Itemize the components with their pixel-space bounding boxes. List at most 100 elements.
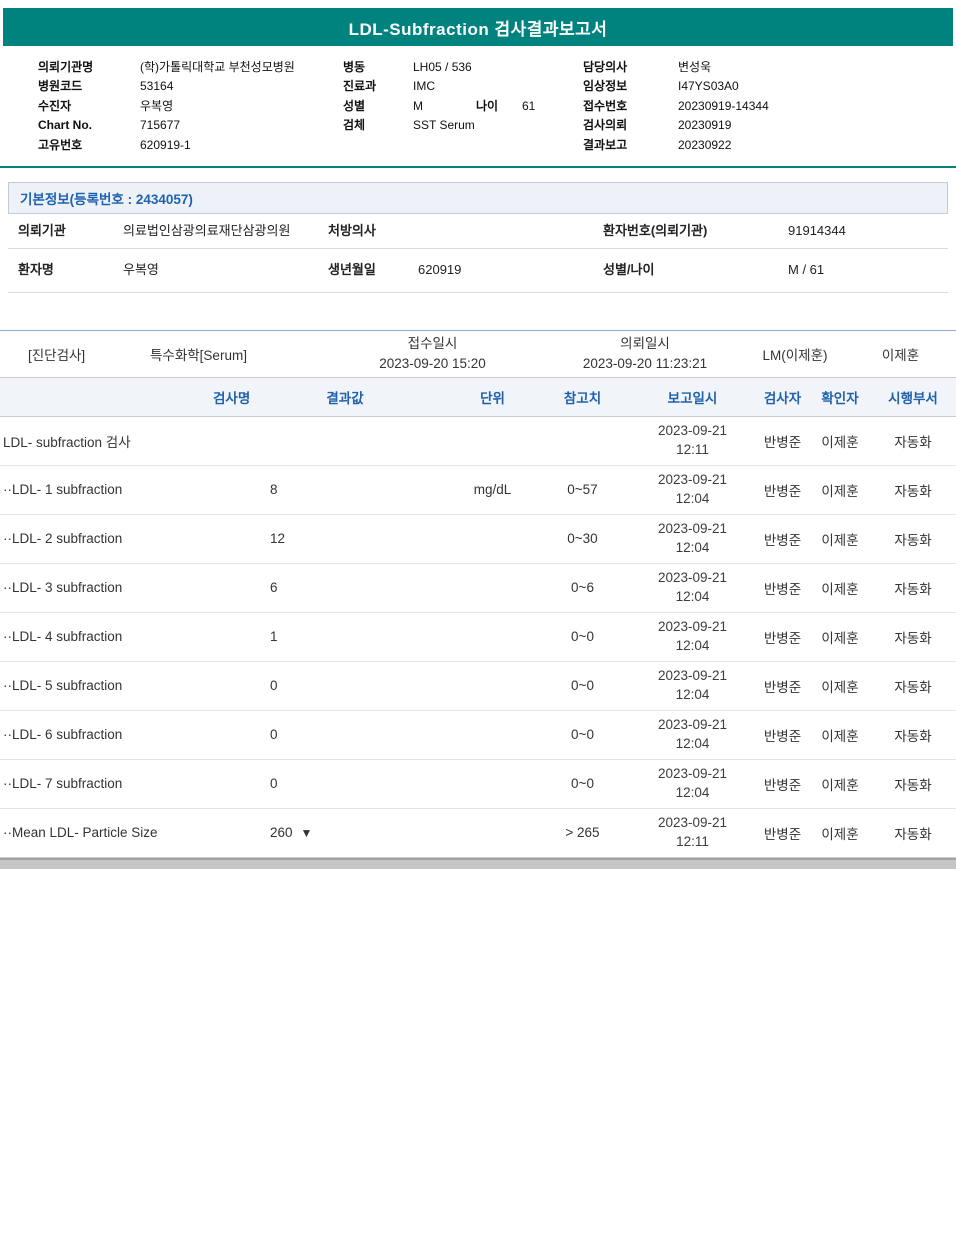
result-value xyxy=(240,416,450,465)
reference-range: > 265 xyxy=(535,808,630,857)
column-header-tester: 검사자 xyxy=(755,378,810,417)
report-time: 12:04 xyxy=(631,588,754,607)
column-header-reference: 참고치 xyxy=(535,378,630,417)
field-receipt-no: 접수번호 20230919-14344 xyxy=(583,98,923,115)
confirmer: 이제훈 xyxy=(810,416,870,465)
patient-header-middle-column: 병동 LH05 / 536 진료과 IMC 성별 M 나이 61 검체 SST … xyxy=(343,57,583,156)
order-summary-row[interactable]: [진단검사] 특수화학[Serum] 접수일시 2023-09-20 15:20… xyxy=(0,331,956,378)
result-row[interactable]: ··Mean LDL- Particle Size 260 ▼ > 265 202… xyxy=(0,808,956,857)
result-row[interactable]: ··LDL- 1 subfraction 8 mg/dL 0~57 2023-0… xyxy=(0,465,956,514)
result-number: 0 xyxy=(270,678,278,693)
order-lm: LM(이제훈) xyxy=(745,344,845,364)
field-value: M xyxy=(413,98,476,115)
confirmer: 이제훈 xyxy=(810,514,870,563)
confirmer: 이제훈 xyxy=(810,661,870,710)
report-time: 12:04 xyxy=(631,637,754,656)
basic-info-row: 의뢰기관 의료법인삼광의료재단삼광의원 처방의사 환자번호(의뢰기관) 9191… xyxy=(8,214,948,248)
result-row[interactable]: ··LDL- 7 subfraction 0 0~0 2023-09-2112:… xyxy=(0,759,956,808)
field-value: 20230919 xyxy=(678,117,731,134)
field-label: 병원코드 xyxy=(38,78,140,95)
basic-info-section: 기본정보(등록번호 : 2434057) 의뢰기관 의료법인삼광의료재단삼광의원… xyxy=(8,182,948,293)
column-header-unit: 단위 xyxy=(450,378,535,417)
field-value: 의료법인삼광의료재단삼광의원 xyxy=(113,214,318,248)
order-category: 특수화학[Serum] xyxy=(150,344,320,364)
field-label: 환자번호(의뢰기관) xyxy=(593,214,778,248)
field-specimen: 검체 SST Serum xyxy=(343,117,583,134)
tester: 반병준 xyxy=(755,612,810,661)
report-time: 12:04 xyxy=(631,539,754,558)
report-time: 12:11 xyxy=(631,833,754,852)
confirmer: 이제훈 xyxy=(810,563,870,612)
result-number: 12 xyxy=(270,531,285,546)
field-label: 생년월일 xyxy=(318,248,408,292)
field-value: IMC xyxy=(413,78,435,95)
results-table: 검사명 결과값 단위 참고치 보고일시 검사자 확인자 시행부서 LDL- su… xyxy=(0,378,956,858)
field-value: 20230922 xyxy=(678,137,731,154)
field-label: 결과보고 xyxy=(583,137,678,154)
unit xyxy=(450,514,535,563)
result-row[interactable]: ··LDL- 3 subfraction 6 0~6 2023-09-2112:… xyxy=(0,563,956,612)
report-date: 2023-09-21 xyxy=(631,471,754,490)
result-row[interactable]: ··LDL- 4 subfraction 1 0~0 2023-09-2112:… xyxy=(0,612,956,661)
test-name: ··LDL- 4 subfraction xyxy=(0,612,240,661)
result-value: 12 xyxy=(240,514,450,563)
report-date: 2023-09-21 xyxy=(631,765,754,784)
order-confirmer: 이제훈 xyxy=(845,344,956,364)
field-value: 61 xyxy=(522,98,535,115)
test-name: ··LDL- 6 subfraction xyxy=(0,710,240,759)
unit: mg/dL xyxy=(450,465,535,514)
result-value: 8 xyxy=(240,465,450,514)
request-time: 2023-09-20 11:23:21 xyxy=(545,354,745,374)
unit xyxy=(450,661,535,710)
tester: 반병준 xyxy=(755,563,810,612)
report-date: 2023-09-21 xyxy=(631,716,754,735)
test-name: ··LDL- 5 subfraction xyxy=(0,661,240,710)
report-date: 2023-09-21 xyxy=(631,814,754,833)
test-name: ··LDL- 7 subfraction xyxy=(0,759,240,808)
field-value: 620919-1 xyxy=(140,137,191,154)
result-number: 0 xyxy=(270,727,278,742)
field-label: 처방의사 xyxy=(318,214,408,248)
result-row[interactable]: ··LDL- 6 subfraction 0 0~0 2023-09-2112:… xyxy=(0,710,956,759)
field-clinical-info: 임상정보 I47YS03A0 xyxy=(583,78,923,95)
result-row[interactable]: LDL- subfraction 검사 2023-09-2112:11 반병준 … xyxy=(0,416,956,465)
confirmer: 이제훈 xyxy=(810,710,870,759)
field-ward: 병동 LH05 / 536 xyxy=(343,59,583,76)
horizontal-scrollbar[interactable] xyxy=(0,858,956,869)
report-title: LDL-Subfraction 검사결과보고서 xyxy=(349,15,608,40)
receipt-datetime: 접수일시 2023-09-20 15:20 xyxy=(320,334,545,373)
column-header-result: 결과값 xyxy=(240,378,450,417)
result-number: 6 xyxy=(270,580,278,595)
test-name: ··Mean LDL- Particle Size xyxy=(0,808,240,857)
department: 자동화 xyxy=(870,563,956,612)
field-value: 우복영 xyxy=(140,98,173,115)
result-value: 6 xyxy=(240,563,450,612)
column-header-test-name: 검사명 xyxy=(0,378,240,417)
report-time: 12:04 xyxy=(631,735,754,754)
column-header-report-time: 보고일시 xyxy=(630,378,755,417)
field-test-request-date: 검사의뢰 20230919 xyxy=(583,117,923,134)
report-time: 12:04 xyxy=(631,490,754,509)
lab-report-window: LDL-Subfraction 검사결과보고서 의뢰기관명 (학)가톨릭대학교 … xyxy=(0,0,956,1248)
tester: 반병준 xyxy=(755,416,810,465)
reference-range xyxy=(535,416,630,465)
report-date: 2023-09-21 xyxy=(631,569,754,588)
result-row[interactable]: ··LDL- 2 subfraction 12 0~30 2023-09-211… xyxy=(0,514,956,563)
field-value: 91914344 xyxy=(778,214,948,248)
low-flag-icon: ▼ xyxy=(301,826,313,840)
department: 자동화 xyxy=(870,710,956,759)
department: 자동화 xyxy=(870,514,956,563)
field-hospital-code: 병원코드 53164 xyxy=(38,78,343,95)
department: 자동화 xyxy=(870,661,956,710)
result-number: 260 xyxy=(270,825,293,840)
patient-header-right-column: 담당의사 변성욱 임상정보 I47YS03A0 접수번호 20230919-14… xyxy=(583,57,923,156)
column-header-confirmer: 확인자 xyxy=(810,378,870,417)
field-label: 의뢰기관명 xyxy=(38,59,140,76)
result-row[interactable]: ··LDL- 5 subfraction 0 0~0 2023-09-2112:… xyxy=(0,661,956,710)
reference-range: 0~0 xyxy=(535,661,630,710)
unit xyxy=(450,416,535,465)
field-label: 의뢰기관 xyxy=(8,214,113,248)
report-time: 12:04 xyxy=(631,686,754,705)
tester: 반병준 xyxy=(755,759,810,808)
field-label: 검사의뢰 xyxy=(583,117,678,134)
